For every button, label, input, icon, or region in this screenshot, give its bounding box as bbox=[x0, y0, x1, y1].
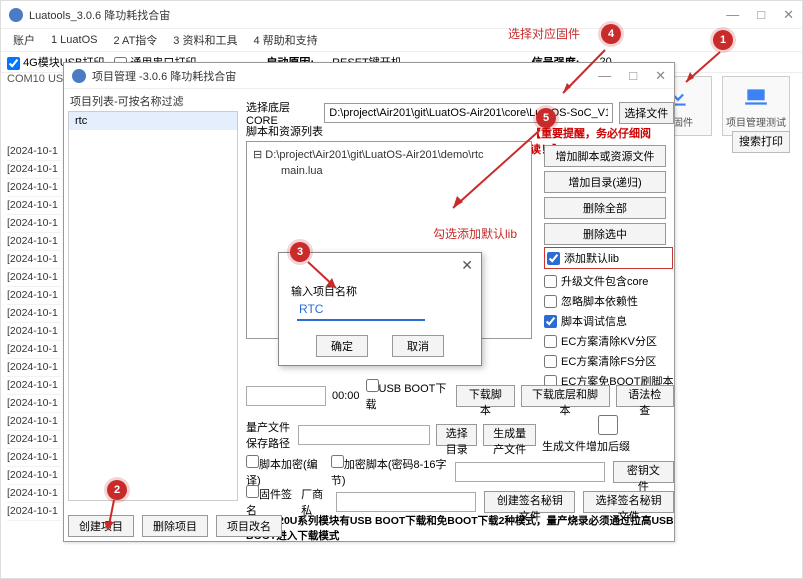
log-row: [2024-10-1 bbox=[7, 341, 61, 359]
rename-project-button[interactable]: 项目改名 bbox=[216, 515, 282, 537]
log-row: [2024-10-1 bbox=[7, 503, 61, 521]
log-row: [2024-10-1 bbox=[7, 431, 61, 449]
blank-input-1[interactable] bbox=[246, 386, 326, 406]
options-checkboxes: 添加默认lib 升级文件包含core 忽略脚本依赖性 脚本调试信息 EC方案清除… bbox=[544, 247, 673, 389]
delete-all-button[interactable]: 删除全部 bbox=[544, 197, 666, 219]
delete-selected-button[interactable]: 删除选中 bbox=[544, 223, 666, 245]
gen-prod-file-button[interactable]: 生成量产文件 bbox=[483, 424, 536, 446]
menu-tools[interactable]: 3 资料和工具 bbox=[167, 30, 243, 50]
sub-minimize-button[interactable]: — bbox=[598, 68, 611, 84]
log-row: [2024-10-1 bbox=[7, 323, 61, 341]
encrypt-password-input[interactable] bbox=[455, 462, 605, 482]
log-row: [2024-10-1 bbox=[7, 269, 61, 287]
sign-vendor-input[interactable] bbox=[336, 492, 476, 512]
resource-list-label: 脚本和资源列表 bbox=[246, 123, 323, 139]
log-row: [2024-10-1 bbox=[7, 251, 61, 269]
project-manage-button[interactable]: 项目管理测试 bbox=[722, 76, 790, 136]
log-row: [2024-10-1 bbox=[7, 197, 61, 215]
chk-ec-clear-fs[interactable]: EC方案清除FS分区 bbox=[544, 353, 673, 369]
chk-password-encrypt[interactable]: 加密脚本(密码8-16字节) bbox=[331, 455, 447, 488]
main-maximize-button[interactable]: □ bbox=[757, 7, 765, 23]
key-file-button[interactable]: 密钥文件 bbox=[613, 461, 674, 483]
sub-logo-icon bbox=[72, 69, 86, 83]
laptop-icon bbox=[743, 84, 769, 110]
log-row: [2024-10-1 bbox=[7, 161, 61, 179]
app-logo-icon bbox=[9, 8, 23, 22]
log-row: [2024-10-1 bbox=[7, 233, 61, 251]
main-close-button[interactable]: ✕ bbox=[783, 7, 794, 23]
sub-maximize-button[interactable]: □ bbox=[629, 68, 637, 84]
log-row: [2024-10-1 bbox=[7, 485, 61, 503]
dialog-ok-button[interactable]: 确定 bbox=[316, 335, 368, 357]
search-print-button[interactable]: 搜索打印 bbox=[732, 131, 790, 153]
create-project-button[interactable]: 创建项目 bbox=[68, 515, 134, 537]
syntax-check-button[interactable]: 语法检查 bbox=[616, 385, 675, 407]
sub-close-button[interactable]: ✕ bbox=[655, 68, 666, 84]
com-port-label[interactable]: COM10 US bbox=[7, 73, 63, 85]
main-menubar: 账户 1 LuatOS 2 AT指令 3 资料和工具 4 帮助和支持 bbox=[1, 29, 802, 51]
chk-add-default-lib[interactable]: 添加默认lib bbox=[544, 247, 673, 269]
tree-child-node[interactable]: main.lua bbox=[253, 163, 525, 179]
menu-help[interactable]: 4 帮助和支持 bbox=[247, 30, 323, 50]
main-title: Luatools_3.0.6 降功耗找合宙 bbox=[29, 7, 170, 23]
log-row: [2024-10-1 bbox=[7, 305, 61, 323]
create-sign-key-button[interactable]: 创建签名秘钥文件 bbox=[484, 491, 575, 513]
chk-debug-info[interactable]: 脚本调试信息 bbox=[544, 313, 673, 329]
log-row: [2024-10-1 bbox=[7, 179, 61, 197]
tree-root-node[interactable]: ⊟ D:\project\Air201\git\LuatOS-Air201\de… bbox=[253, 146, 525, 163]
project-list-item-selected[interactable]: rtc bbox=[69, 112, 237, 130]
core-select-button[interactable]: 选择文件 bbox=[619, 102, 674, 124]
menu-account[interactable]: 账户 bbox=[7, 30, 41, 50]
add-dir-button[interactable]: 增加目录(递归) bbox=[544, 171, 666, 193]
chk-usb-boot-dl[interactable]: USB BOOT下载 bbox=[366, 379, 451, 412]
prod-path-select-button[interactable]: 选择目录 bbox=[436, 424, 477, 446]
project-list-label: 项目列表-可按名称过滤 bbox=[70, 93, 184, 109]
timer-value: 00:00 bbox=[332, 390, 360, 402]
log-row: [2024-10-1 bbox=[7, 377, 61, 395]
log-row: [2024-10-1 bbox=[7, 467, 61, 485]
menu-at[interactable]: 2 AT指令 bbox=[107, 30, 163, 50]
delete-project-button[interactable]: 删除项目 bbox=[142, 515, 208, 537]
dialog-close-icon[interactable]: ✕ bbox=[461, 257, 473, 274]
chk-ec-clear-kv[interactable]: EC方案清除KV分区 bbox=[544, 333, 673, 349]
chk-compile-encrypt[interactable]: 脚本加密(编译) bbox=[246, 455, 323, 488]
dialog-label: 输入项目名称 bbox=[291, 286, 357, 298]
log-row: [2024-10-1 bbox=[7, 449, 61, 467]
log-row: [2024-10-1 bbox=[7, 359, 61, 377]
select-sign-key-button[interactable]: 选择签名秘钥文件 bbox=[583, 491, 674, 513]
project-name-input[interactable] bbox=[297, 299, 425, 321]
input-project-name-dialog: ✕ 输入项目名称 确定 取消 bbox=[278, 252, 482, 366]
main-titlebar: Luatools_3.0.6 降功耗找合宙 — □ ✕ bbox=[1, 1, 802, 29]
chk-include-core[interactable]: 升级文件包含core bbox=[544, 273, 673, 289]
add-script-button[interactable]: 增加脚本或资源文件 bbox=[544, 145, 666, 167]
log-column: [2024-10-1[2024-10-1[2024-10-1[2024-10-1… bbox=[7, 143, 61, 521]
prod-path-label: 量产文件保存路径 bbox=[246, 419, 292, 451]
core-path-input[interactable] bbox=[324, 103, 612, 123]
log-row: [2024-10-1 bbox=[7, 395, 61, 413]
log-row: [2024-10-1 bbox=[7, 143, 61, 161]
download-all-button[interactable]: 下载底层和脚本 bbox=[521, 385, 610, 407]
sub-title: 项目管理 -3.0.6 降功耗找合宙 bbox=[92, 68, 236, 84]
dialog-cancel-button[interactable]: 取消 bbox=[392, 335, 444, 357]
log-row: [2024-10-1 bbox=[7, 215, 61, 233]
chk-add-suffix[interactable]: 生成文件增加后缀 bbox=[542, 415, 674, 454]
log-row: [2024-10-1 bbox=[7, 287, 61, 305]
prod-path-input[interactable] bbox=[298, 425, 430, 445]
log-row: [2024-10-1 bbox=[7, 413, 61, 431]
project-list[interactable]: rtc bbox=[68, 111, 238, 501]
bottom-hint: 7208,720U系列模块有USB BOOT下载和免BOOT下载2种模式，量产烧… bbox=[246, 513, 674, 543]
chk-ignore-dep[interactable]: 忽略脚本依赖性 bbox=[544, 293, 673, 309]
sub-titlebar: 项目管理 -3.0.6 降功耗找合宙 — □ ✕ bbox=[64, 63, 674, 89]
download-script-button[interactable]: 下载脚本 bbox=[456, 385, 515, 407]
menu-luatos[interactable]: 1 LuatOS bbox=[45, 32, 103, 48]
resource-side-buttons: 增加脚本或资源文件 增加目录(递归) 删除全部 删除选中 bbox=[544, 145, 666, 245]
main-minimize-button[interactable]: — bbox=[726, 7, 739, 23]
